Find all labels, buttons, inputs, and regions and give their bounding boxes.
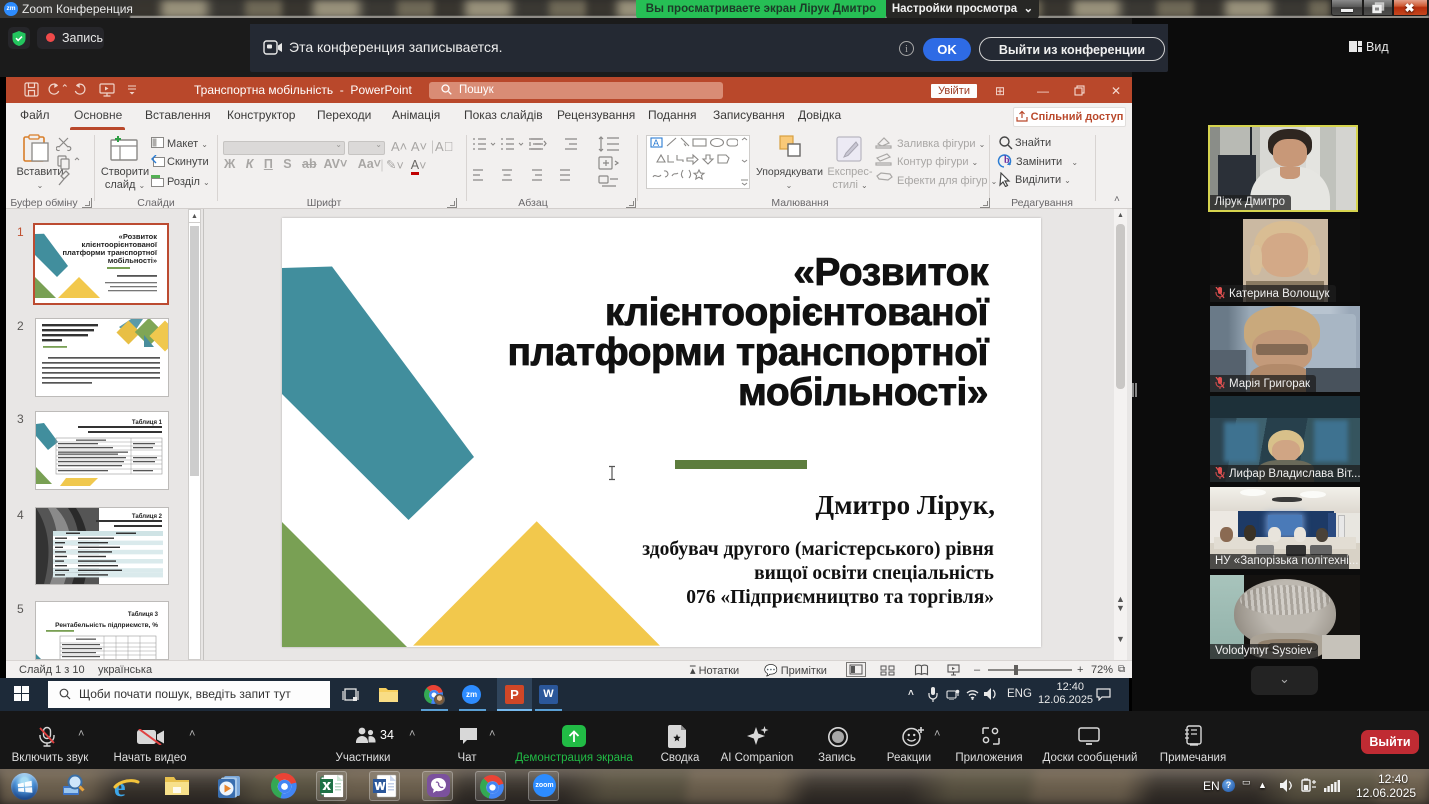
svg-text:Рентабельність підприємств, %: Рентабельність підприємств, % bbox=[55, 621, 158, 629]
svg-text:Таблиця 2: Таблиця 2 bbox=[132, 513, 163, 520]
svg-text:A: A bbox=[653, 138, 659, 148]
svg-text:b: b bbox=[1004, 155, 1010, 166]
svg-text:мобільності»: мобільності» bbox=[108, 256, 157, 265]
svg-text:Таблиця 1: Таблиця 1 bbox=[132, 419, 163, 426]
svg-text:Таблиця 3: Таблиця 3 bbox=[128, 611, 159, 618]
